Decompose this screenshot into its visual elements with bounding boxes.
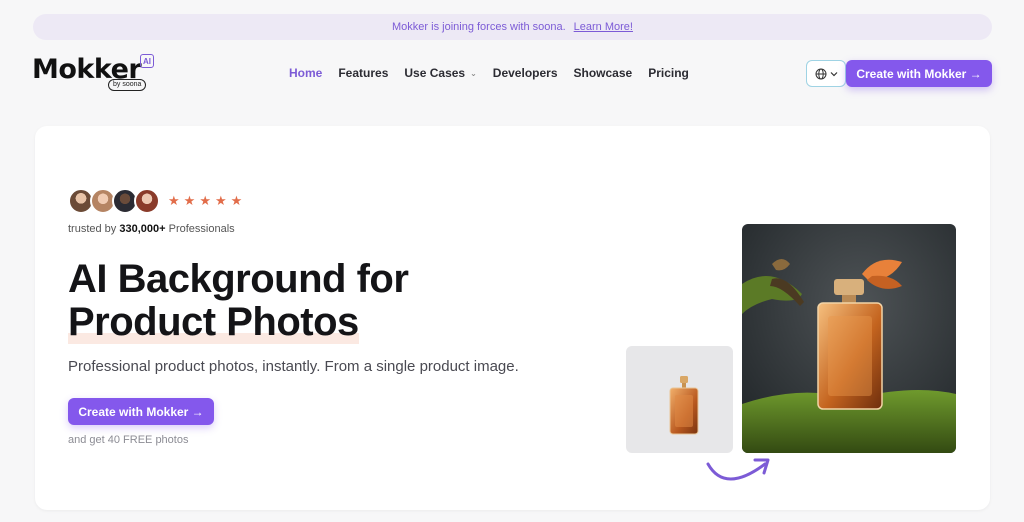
star-icon: ★ (214, 193, 227, 208)
hero-create-button[interactable]: Create with Mokker → (68, 398, 214, 425)
trusted-suffix: Professionals (168, 223, 235, 235)
avatar (134, 188, 160, 214)
nav-home[interactable]: Home (289, 66, 322, 80)
rating-stars: ★ ★ ★ ★ ★ (168, 194, 242, 207)
nav-features[interactable]: Features (338, 66, 388, 80)
star-icon: ★ (183, 193, 196, 208)
ai-badge: AI (140, 54, 154, 68)
learn-more-link[interactable]: Learn More! (574, 21, 633, 33)
main-nav: Home Features Use Cases ⌄ Developers Show… (289, 66, 705, 80)
curved-arrow-icon (706, 458, 770, 481)
nav-use-cases[interactable]: Use Cases ⌄ (404, 66, 476, 80)
nav-pricing[interactable]: Pricing (648, 66, 689, 80)
announcement-bar: Mokker is joining forces with soona. Lea… (33, 14, 992, 40)
nav-use-cases-label: Use Cases (404, 66, 466, 80)
trusted-count: 330,000+ (119, 223, 166, 235)
globe-icon (815, 68, 826, 79)
logo[interactable]: Mokker AI by soona (32, 52, 156, 94)
nav-developers[interactable]: Developers (493, 66, 558, 80)
logo-byline: by soona (108, 79, 147, 91)
star-icon: ★ (230, 193, 243, 208)
trusted-by-text: trusted by 330,000+ Professionals (68, 223, 235, 235)
product-photo-before (626, 346, 733, 453)
nav-pricing-label: Pricing (648, 66, 689, 80)
nav-showcase[interactable]: Showcase (574, 66, 633, 80)
headline-line-2: Product Photos (68, 300, 359, 344)
trusted-prefix: trusted by (68, 223, 117, 235)
nav-features-label: Features (338, 66, 389, 80)
announcement-text: Mokker is joining forces with soona. (392, 21, 566, 33)
star-icon: ★ (168, 193, 180, 208)
product-photo-after (742, 224, 956, 453)
language-selector[interactable] (806, 60, 846, 87)
star-icon: ★ (199, 193, 211, 208)
chevron-down-icon (830, 71, 837, 76)
nav-showcase-label: Showcase (573, 66, 633, 80)
staged-perfume-image (742, 224, 956, 453)
header-create-button[interactable]: Create with Mokker → (846, 60, 992, 87)
avatar-group (68, 188, 160, 214)
nav-home-label: Home (289, 66, 323, 80)
headline-line-1: AI Background for (68, 257, 409, 301)
hero-headline: AI Background for Product Photos (68, 257, 409, 344)
perfume-bottle-image (669, 376, 699, 435)
chevron-down-icon: ⌄ (470, 68, 477, 78)
nav-developers-label: Developers (492, 66, 558, 80)
hero-subheadline: Professional product photos, instantly. … (68, 358, 519, 375)
free-photos-note: and get 40 FREE photos (68, 434, 189, 446)
